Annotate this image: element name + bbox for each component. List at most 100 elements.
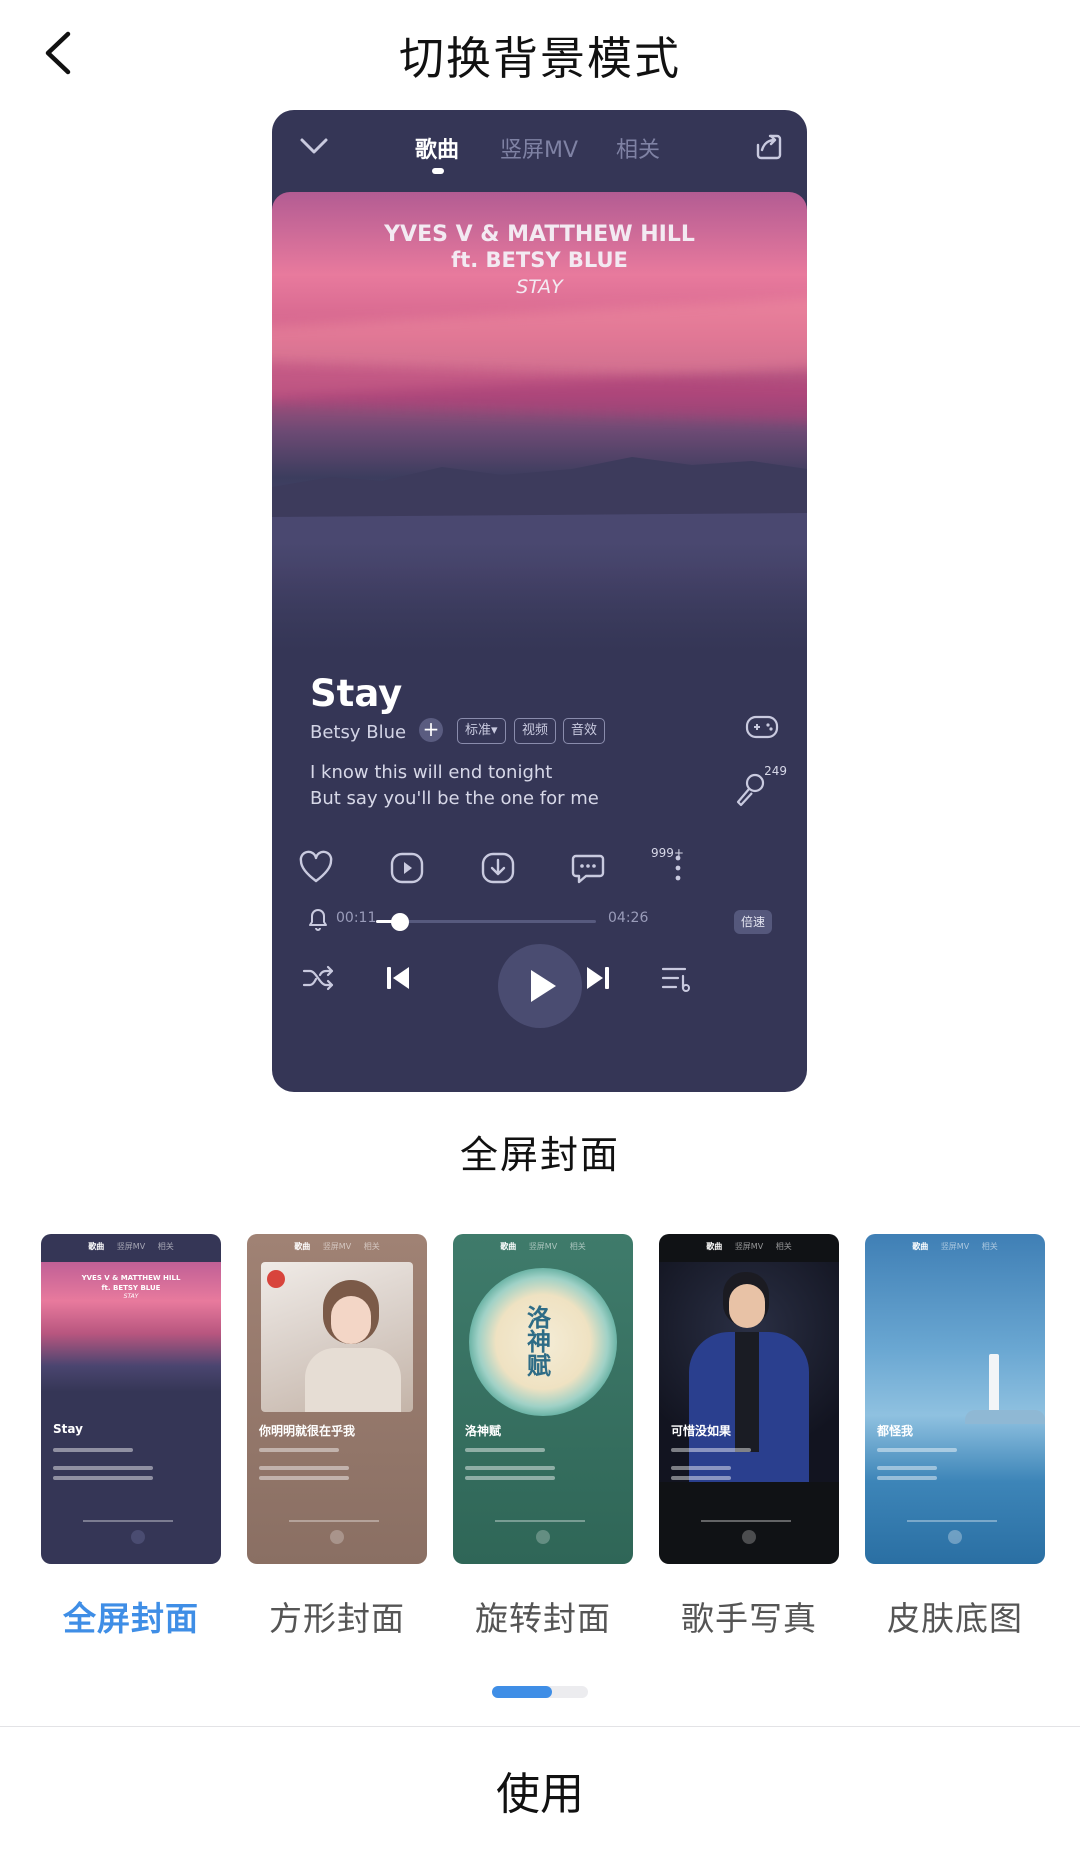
mini-song-title: Stay — [53, 1422, 83, 1436]
mini-play-button — [131, 1530, 145, 1544]
mini-tab-song: 歌曲 — [88, 1242, 105, 1251]
mini-progress — [289, 1520, 379, 1522]
mini-song-title: 你明明就很在乎我 — [259, 1424, 356, 1438]
artist-name: Betsy Blue — [310, 722, 407, 743]
mode-label-square[interactable]: 方形封面 — [234, 1592, 440, 1640]
heart-icon — [298, 850, 334, 886]
mini-tabs: 歌曲 竖屏MV 相关 — [659, 1241, 839, 1252]
progress-track — [376, 913, 596, 931]
mini-play-button — [742, 1530, 756, 1544]
quality-tag: 标准▾ — [457, 718, 506, 744]
mini-song-title: 可惜没如果 — [671, 1424, 732, 1438]
previous-track-icon — [387, 967, 409, 989]
mini-tab-related: 相关 — [363, 1242, 380, 1251]
mini-lyric-line — [465, 1476, 555, 1480]
next-track-icon — [587, 967, 609, 989]
mini-cover: YVES V & MATTHEW HILL ft. BETSY BLUE STA… — [41, 1262, 221, 1392]
preview-tab-indicator — [432, 168, 444, 174]
mini-lighthouse — [989, 1354, 999, 1414]
mini-lyric-line — [465, 1466, 555, 1470]
mini-disc-text: 洛神赋 — [527, 1304, 551, 1380]
mini-play-button — [948, 1530, 962, 1544]
mode-label-rotating[interactable]: 旋转封面 — [440, 1592, 646, 1640]
mode-card-square[interactable]: 歌曲 竖屏MV 相关 你明明就很在乎我 — [247, 1234, 427, 1564]
preview-caption: 全屏封面 — [459, 1133, 620, 1177]
preview-tab-song: 歌曲 — [415, 138, 460, 163]
page-title: 切换背景模式 — [398, 32, 681, 85]
mini-song-title: 洛神赋 — [465, 1424, 502, 1438]
karaoke-count: 249 — [764, 764, 787, 778]
mode-card-rotating[interactable]: 歌曲 竖屏MV 相关 洛神赋 洛神赋 — [453, 1234, 633, 1564]
mini-tab-mv: 竖屏MV — [116, 1242, 146, 1251]
preview-tab-related: 相关 — [616, 138, 661, 163]
time-current: 00:11 — [336, 910, 377, 926]
mini-lyric-line — [877, 1476, 937, 1480]
bell-icon — [309, 909, 327, 931]
mini-top-bar: 歌曲 竖屏MV 相关 — [659, 1234, 839, 1262]
mini-tab-mv: 竖屏MV — [734, 1242, 764, 1251]
mode-card-fullscreen[interactable]: 歌曲 竖屏MV 相关 YVES V & MATTHEW HILL ft. BET… — [41, 1234, 221, 1564]
preview-top-bar: 歌曲 竖屏MV 相关 — [272, 110, 807, 192]
use-button[interactable]: 使用 — [0, 1727, 1080, 1863]
mini-top-bar: 歌曲 竖屏MV 相关 — [41, 1234, 221, 1262]
comment-icon — [570, 850, 606, 886]
song-title: Stay — [310, 672, 403, 715]
mini-tab-related: 相关 — [981, 1242, 998, 1251]
mini-lyric-line — [53, 1476, 153, 1480]
mini-lyric-line — [671, 1466, 731, 1470]
scroll-indicator-thumb — [492, 1686, 552, 1698]
mini-island — [965, 1410, 1045, 1424]
share-icon — [756, 134, 782, 160]
play-button — [498, 944, 582, 1028]
progress-thumb — [391, 913, 410, 931]
video-tag: 视频 — [514, 718, 557, 744]
mode-card-artist-photo[interactable]: 歌曲 竖屏MV 相关 可惜没如果 — [659, 1234, 839, 1564]
mini-meta-line — [259, 1448, 339, 1452]
mini-tabs: 歌曲 竖屏MV 相关 — [247, 1241, 427, 1252]
mini-progress — [495, 1520, 585, 1522]
mode-label-fullscreen[interactable]: 全屏封面 — [28, 1592, 234, 1640]
mini-square-cover — [261, 1262, 413, 1412]
effect-tag: 音效 — [563, 718, 606, 744]
mini-play-button — [536, 1530, 550, 1544]
chevron-down-icon — [300, 138, 328, 154]
mini-lyric-line — [671, 1476, 731, 1480]
mode-card-skin[interactable]: 歌曲 竖屏MV 相关 都怪我 — [865, 1234, 1045, 1564]
mini-tabs: 歌曲 竖屏MV 相关 — [453, 1241, 633, 1252]
mini-tab-song: 歌曲 — [500, 1242, 517, 1251]
mini-meta-line — [465, 1448, 545, 1452]
mini-lyric-line — [53, 1466, 153, 1470]
speed-button: 倍速 — [734, 910, 773, 934]
gamepad-icon — [745, 715, 779, 739]
lyric-line-2: But say you'll be the one for me — [310, 788, 599, 809]
mini-tabs: 歌曲 竖屏MV 相关 — [865, 1241, 1045, 1252]
play-icon — [531, 970, 556, 1002]
time-total: 04:26 — [608, 910, 649, 926]
lyric-line-1: I know this will end tonight — [310, 762, 553, 783]
mode-label-artist-photo[interactable]: 歌手写真 — [646, 1592, 852, 1640]
download-icon — [480, 850, 516, 886]
mini-tabs: 歌曲 竖屏MV 相关 — [41, 1241, 221, 1252]
mini-tab-related: 相关 — [569, 1242, 586, 1251]
mini-lyric-line — [259, 1476, 349, 1480]
album-cover: YVES V & MATTHEW HILL ft. BETSY BLUE STA… — [272, 192, 807, 652]
mini-progress — [907, 1520, 997, 1522]
mini-lyric-line — [259, 1466, 349, 1470]
microphone-icon — [736, 773, 765, 807]
video-play-icon — [389, 850, 425, 886]
mini-progress — [83, 1520, 173, 1522]
mode-label-skin[interactable]: 皮肤底图 — [852, 1592, 1058, 1640]
mini-cover-text-2: ft. BETSY BLUE — [101, 1284, 161, 1292]
mini-tab-mv: 竖屏MV — [528, 1242, 558, 1251]
mini-top-bar: 歌曲 竖屏MV 相关 — [865, 1234, 1045, 1262]
mini-meta-line — [877, 1448, 957, 1452]
preview-tab-mv: 竖屏MV — [500, 138, 579, 163]
mini-song-title: 都怪我 — [877, 1424, 914, 1438]
shuffle-icon — [302, 965, 334, 991]
mode-preview: 歌曲 竖屏MV 相关 YVES V & MATTHEW HILL ft. BET… — [272, 110, 807, 1092]
mini-meta-line — [53, 1448, 133, 1452]
mini-top-bar: 歌曲 竖屏MV 相关 — [247, 1234, 427, 1262]
cover-artist-text: YVES V & MATTHEW HILL — [384, 222, 695, 247]
mini-top-bar: 歌曲 竖屏MV 相关 — [453, 1234, 633, 1262]
mini-tab-related: 相关 — [157, 1242, 174, 1251]
